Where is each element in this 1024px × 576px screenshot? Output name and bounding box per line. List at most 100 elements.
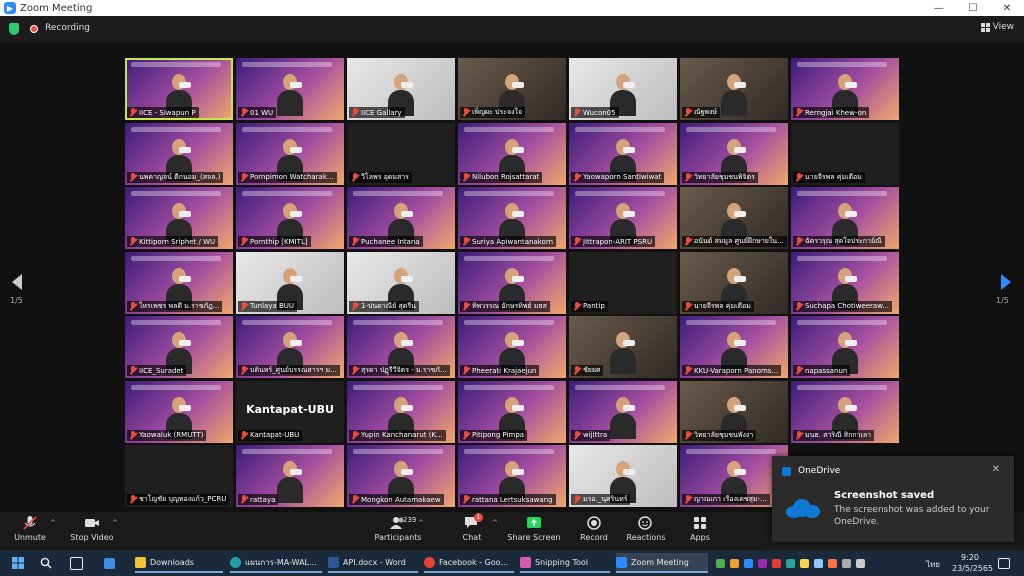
apps-icon [692,516,708,530]
participant-tile[interactable]: สุรดา ปฏุรีวีจิตร - ม.ราชภั... [347,316,455,378]
participant-tile[interactable]: wijittra [569,380,677,443]
participant-name: วิทยาลัยชุมชนพังงา [694,430,754,439]
participant-tile[interactable]: Kantapat-UBU Kantapat-UBU [236,380,344,443]
participant-tile[interactable]: Tunlaya BUU [236,251,344,314]
participant-tile[interactable]: ณัฐพงษ์ [680,58,788,120]
participant-video [277,74,303,116]
previous-page-icon[interactable] [12,274,22,290]
participant-tile[interactable]: Puchanee Intana [347,187,455,249]
participant-tile[interactable]: Jittrapon-ARIT PSRU [569,187,677,249]
participant-tile[interactable]: IICE Gallary [347,58,455,120]
chat-button[interactable]: 1 Chat ^ [442,513,502,542]
participants-button[interactable]: 239 Participants ^ [368,516,428,542]
task-view-icon[interactable] [70,553,83,573]
participant-tile[interactable]: Yaowaporn Santiwiwat [569,122,677,185]
participant-name: นพคาญจน์ ดีกนอม_(สจล.) [139,172,221,181]
participant-tile[interactable]: ใหรเพชร พลดี ม.ราชภัฏ... [125,251,233,314]
participant-tile[interactable]: 1-ปนดาณีย์ สุดรีน [347,251,455,314]
next-page-icon[interactable] [1001,274,1011,290]
zoom-logo-icon: ▶ [4,2,16,14]
participant-tile[interactable]: Pitipong Pimpa [458,380,566,443]
participant-name: IICE Gallary [361,108,402,117]
participant-tile[interactable]: อนันต์ สมมูล ศูนย์ฝึกษายใน... [680,187,788,249]
mail-icon[interactable] [104,553,115,573]
minimize-button[interactable]: — [922,0,956,16]
participant-tile[interactable]: ชาโญชัย บุญทองแก้ว_PCRU [125,445,233,507]
participant-namebar: ชาโญชัย บุญทองแก้ว_PCRU [127,494,230,505]
notification-center-icon[interactable] [998,553,1010,573]
notification-message: The screenshot was added to your OneDriv… [834,505,990,527]
participant-tile[interactable]: Wucon05 [569,58,677,120]
participant-tile[interactable]: KKU-Varaporn Panoms... [680,316,788,378]
participant-tile[interactable]: 01 WU [236,58,344,120]
participant-tile[interactable]: Suchapa Chotiweeraw... [791,251,899,314]
taskbar-chrome[interactable]: Facebook - Goo... [424,553,514,573]
participant-tile[interactable]: Pheerati Krajaejun [458,316,566,378]
edge-icon [230,556,241,568]
taskbar-clock[interactable]: 9:20 23/5/2565 [952,552,993,574]
participant-tile[interactable]: เพ็ญผะ ประจงใจ [458,58,566,120]
taskbar-zoom[interactable]: Zoom Meeting [616,553,708,573]
taskbar-edge[interactable]: แผนการ-MA-WAL... [230,553,322,573]
background-banner [131,320,221,325]
view-button[interactable]: View [980,22,1014,32]
system-tray[interactable] [716,553,865,573]
window-controls: — ☐ ✕ [922,0,1024,16]
participant-tile[interactable]: napassanun [791,316,899,378]
participant-tile[interactable]: Nilubon Rojsattarat [458,122,566,185]
share-screen-button[interactable]: Share Screen [504,516,564,542]
participant-tile[interactable]: นพคาญจน์ ดีกนอม_(สจล.) [125,122,233,185]
participant-tile[interactable]: Pantip [569,251,677,314]
participant-tile[interactable]: Kittiporn Sriphet / WU [125,187,233,249]
participant-namebar: ทิพวรรณ อักษรทิพย์ มธส [460,300,550,312]
participant-tile[interactable]: ชัยยศ [569,316,677,378]
participant-tile[interactable]: มรอ._นุศรินทร์ [569,445,677,507]
participant-tile[interactable]: Suriya Apiwantanakorn [458,187,566,249]
search-icon[interactable] [40,553,52,573]
participant-tile[interactable]: Yupin Kanchanarut (K... [347,380,455,443]
notification-close-icon[interactable]: ✕ [992,464,1000,475]
participant-tile[interactable]: นายจีรพล คุ่มเตือม [791,122,899,185]
onedrive-notification[interactable]: OneDrive ✕ Screenshot saved The screensh… [772,456,1014,542]
participant-tile[interactable]: วิทยาลัยชุมชนพิจิตร [680,122,788,185]
input-language[interactable]: ไทย [926,558,940,571]
participant-tile[interactable]: วิทยาลัยชุมชนพังงา [680,380,788,443]
security-shield-icon[interactable] [9,23,19,35]
start-button[interactable] [12,553,24,573]
participant-tile[interactable]: Yaowaluk (RMUTT) [125,380,233,443]
recording-label[interactable]: Recording [45,23,90,33]
participant-tile[interactable]: บดินทร์_ศูนย์บรรณสารฯ ม... [236,316,344,378]
stop-video-button[interactable]: Stop Video ^ [62,516,122,542]
participant-tile[interactable]: Pornpimon Watcharak... [236,122,344,185]
microphone-muted-icon [22,516,38,530]
participant-tile[interactable]: Rerngjai Khew-on [791,58,899,120]
chat-options-chevron-icon[interactable]: ^ [492,519,498,527]
participant-tile[interactable]: นายจีรพล คุ่มเตือม [680,251,788,314]
apps-button[interactable]: Apps [670,516,730,542]
background-banner [353,320,443,325]
participant-tile[interactable]: rattaya [236,445,344,507]
taskbar-word[interactable]: API.docx - Word [328,553,418,573]
participant-tile[interactable]: IICE - Siwapun P [125,58,233,120]
audio-options-chevron-icon[interactable]: ^ [50,519,56,527]
taskbar-zoom-label: Zoom Meeting [631,557,689,567]
reactions-button[interactable]: Reactions [616,516,676,542]
participant-tile[interactable]: rattana Lertsuksawang [458,445,566,507]
participant-tile[interactable]: ฉัตรวรุณ สุดใจประกาย์ณี [791,187,899,249]
participants-options-chevron-icon[interactable]: ^ [418,519,424,527]
participant-tile[interactable]: มนธ. สาริณี สิกกาเลา [791,380,899,443]
record-button[interactable]: Record [564,516,624,542]
participant-name: Pitipong Pimpa [472,431,525,439]
taskbar-snipping-tool[interactable]: Snipping Tool [520,553,610,573]
participant-tile[interactable]: วีโลพร อุดมสาร [347,122,455,185]
participant-tile[interactable]: Mongkon Autamakaew [347,445,455,507]
taskbar-downloads-label: Downloads [150,557,194,567]
participant-tile[interactable]: Pornthip [KMITL] [236,187,344,249]
taskbar-downloads[interactable]: Downloads [135,553,223,573]
participant-tile[interactable]: ทิพวรรณ อักษรทิพย์ มธส [458,251,566,314]
maximize-button[interactable]: ☐ [956,0,990,16]
video-options-chevron-icon[interactable]: ^ [112,519,118,527]
unmute-button[interactable]: Unmute ^ [0,516,60,542]
close-window-button[interactable]: ✕ [990,0,1024,16]
participant-tile[interactable]: IICE_Suradet [125,316,233,378]
